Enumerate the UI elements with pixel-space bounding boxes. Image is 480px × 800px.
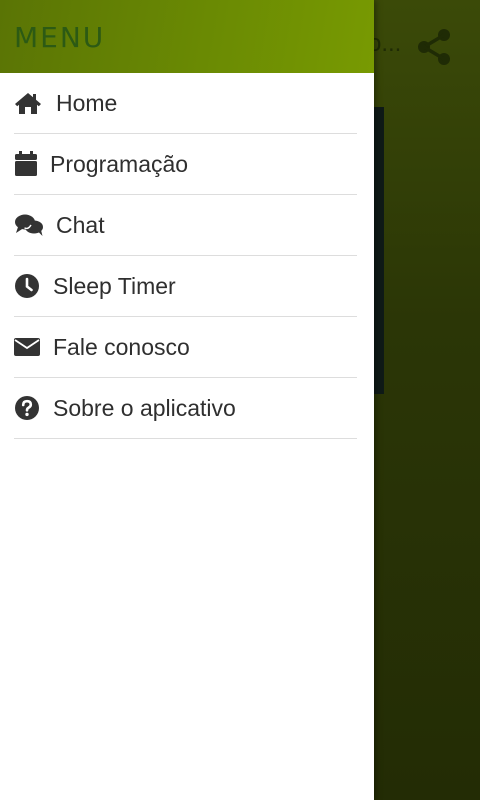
navigation-drawer: MENU Home Programação Chat Sleep Timer F… — [0, 0, 374, 800]
menu-item-chat[interactable]: Chat — [14, 195, 357, 256]
menu-item-label: Programação — [50, 150, 189, 177]
menu-item-label: Home — [56, 89, 118, 116]
envelope-icon — [14, 332, 44, 362]
calendar-icon — [14, 149, 44, 179]
drawer-header: MENU — [0, 0, 374, 73]
menu-item-label: Sleep Timer — [53, 272, 176, 299]
menu-item-label: Sobre o aplicativo — [53, 394, 236, 421]
menu-list: Home Programação Chat Sleep Timer Fale c… — [0, 73, 374, 439]
clock-icon — [14, 271, 44, 301]
home-icon — [14, 88, 44, 118]
menu-item-home[interactable]: Home — [14, 73, 357, 134]
menu-item-programacao[interactable]: Programação — [14, 134, 357, 195]
menu-item-label: Chat — [56, 211, 105, 238]
menu-item-fale-conosco[interactable]: Fale conosco — [14, 317, 357, 378]
menu-item-sobre[interactable]: Sobre o aplicativo — [14, 378, 357, 439]
menu-item-label: Fale conosco — [53, 333, 190, 360]
chat-icon — [14, 210, 44, 240]
drawer-title: MENU — [14, 21, 106, 54]
question-circle-icon — [14, 393, 44, 423]
share-icon[interactable] — [416, 28, 452, 66]
background-title: o... — [368, 30, 402, 57]
menu-item-sleep-timer[interactable]: Sleep Timer — [14, 256, 357, 317]
